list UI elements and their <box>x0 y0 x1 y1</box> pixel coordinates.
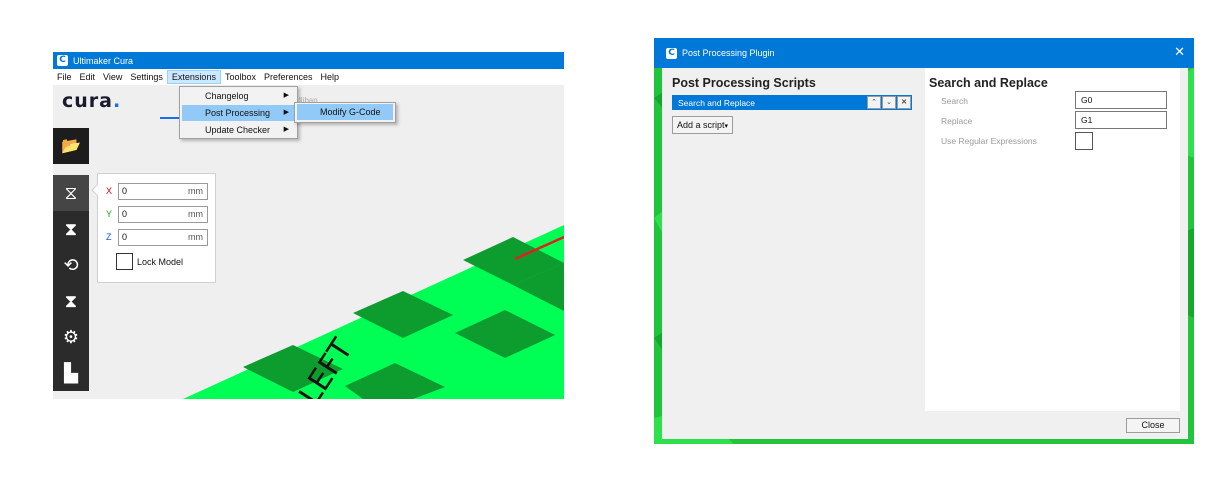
script-settings-panel: Search and Replace Search G0 Replace G1 … <box>925 68 1180 411</box>
dialog-titlebar: C Post Processing Plugin ✕ <box>654 38 1194 68</box>
menu-item-label: Changelog <box>205 91 249 101</box>
per-model-settings-icon: ⚙ <box>62 326 80 347</box>
x-position-input[interactable]: 0 mm <box>118 182 208 200</box>
submenu-arrow-icon: ▶ <box>283 92 289 99</box>
add-script-label: Add a script <box>677 120 725 130</box>
prepare-tab-indicator <box>160 117 180 119</box>
menu-toolbox[interactable]: Toolbox <box>221 70 260 84</box>
y-axis-label: Y <box>106 209 113 219</box>
menu-file[interactable]: File <box>53 70 76 84</box>
rotate-tool-icon: ⟲ <box>63 254 79 275</box>
dialog-body: Post Processing Scripts Search and Repla… <box>662 68 1188 439</box>
menu-view[interactable]: View <box>99 70 126 84</box>
open-file-button[interactable]: 📂 <box>53 128 89 164</box>
y-axis-row: Y 0 mm <box>106 205 210 223</box>
menu-item-modify-gcode[interactable]: Modify G-Code <box>297 104 393 120</box>
x-position-value: 0 <box>122 186 128 196</box>
cura-window-title: Ultimaker Cura <box>73 55 134 66</box>
menu-help[interactable]: Help <box>317 70 344 84</box>
lock-model-label: Lock Model <box>137 256 184 267</box>
build-plate-viewport[interactable]: LEFT cura. lliban 📂 ⧖ ⧗ ⟲ ⧗ ⚙ ▙ X 0 mm Y… <box>53 85 564 399</box>
scale-tool-button[interactable]: ⧗ <box>53 211 89 247</box>
menu-item-label: Post Processing <box>205 108 271 118</box>
cura-menubar: File Edit View Settings Extensions Toolb… <box>53 69 564 85</box>
scripts-panel: Post Processing Scripts Search and Repla… <box>662 68 924 411</box>
cura-logo: cura. <box>62 90 122 112</box>
scale-tool-icon: ⧗ <box>64 218 78 239</box>
z-position-value: 0 <box>122 232 128 242</box>
menu-item-update-checker[interactable]: Update Checker ▶ <box>182 122 295 138</box>
regex-label: Use Regular Expressions <box>941 136 1037 146</box>
move-tool-button[interactable]: ⧖ <box>53 175 89 211</box>
rotate-tool-button[interactable]: ⟲ <box>53 247 89 283</box>
replace-label: Replace <box>941 116 973 126</box>
menu-extensions[interactable]: Extensions <box>166 70 221 84</box>
x-unit: mm <box>188 186 203 196</box>
mirror-tool-button[interactable]: ⧗ <box>53 283 89 319</box>
cura-titlebar: C Ultimaker Cura <box>53 52 564 69</box>
menu-item-post-processing[interactable]: Post Processing ▶ <box>182 105 295 121</box>
z-unit: mm <box>188 232 203 242</box>
cura-app-icon: C <box>666 47 677 59</box>
z-position-input[interactable]: 0 mm <box>118 228 208 246</box>
move-tool-panel: X 0 mm Y 0 mm Z 0 mm Lock Model <box>91 173 216 283</box>
support-blocker-icon: ▙ <box>64 362 78 383</box>
cura-window: C Ultimaker Cura File Edit View Settings… <box>53 52 564 399</box>
move-down-button[interactable]: ⌄ <box>882 96 896 109</box>
search-label: Search <box>941 96 968 106</box>
menu-edit[interactable]: Edit <box>76 70 100 84</box>
cura-app-icon: C <box>57 55 68 66</box>
y-unit: mm <box>188 209 203 219</box>
regex-checkbox[interactable] <box>1075 132 1093 150</box>
remove-script-button[interactable]: ✕ <box>897 96 911 109</box>
submenu-arrow-icon: ▶ <box>283 109 289 116</box>
close-button[interactable]: Close <box>1126 418 1180 433</box>
support-blocker-button[interactable]: ▙ <box>53 355 89 391</box>
scripts-heading: Post Processing Scripts <box>672 76 816 90</box>
post-processing-dialog: C Post Processing Plugin ✕ Post Processi… <box>654 38 1194 444</box>
x-axis-label: X <box>106 186 113 196</box>
lock-model-checkbox[interactable] <box>116 253 133 270</box>
settings-heading: Search and Replace <box>929 76 1048 90</box>
menu-item-label: Update Checker <box>205 125 271 135</box>
dialog-title: Post Processing Plugin <box>682 48 775 58</box>
add-script-button[interactable]: Add a script▾ <box>672 116 733 134</box>
per-model-settings-button[interactable]: ⚙ <box>53 319 89 355</box>
z-axis-row: Z 0 mm <box>106 228 210 246</box>
search-input[interactable]: G0 <box>1075 91 1167 109</box>
move-tool-icon: ⧖ <box>64 182 78 203</box>
post-processing-submenu: Modify G-Code <box>294 102 396 123</box>
replace-input[interactable]: G1 <box>1075 111 1167 129</box>
open-file-icon: 📂 <box>61 138 81 155</box>
menu-item-label: Modify G-Code <box>320 107 381 117</box>
z-axis-label: Z <box>106 232 112 242</box>
y-position-input[interactable]: 0 mm <box>118 205 208 223</box>
dropdown-arrow-icon: ▾ <box>724 123 729 130</box>
extensions-menu: Changelog ▶ Post Processing ▶ Update Che… <box>179 86 298 139</box>
y-position-value: 0 <box>122 209 128 219</box>
move-up-button[interactable]: ⌃ <box>867 96 881 109</box>
menu-preferences[interactable]: Preferences <box>260 70 317 84</box>
mirror-tool-icon: ⧗ <box>64 290 78 311</box>
script-name: Search and Replace <box>678 97 756 108</box>
close-icon[interactable]: ✕ <box>1174 45 1185 59</box>
submenu-arrow-icon: ▶ <box>283 126 289 133</box>
lock-model-row: Lock Model <box>116 253 183 270</box>
script-list-item[interactable]: Search and Replace ⌃ ⌄ ✕ <box>672 95 912 110</box>
x-axis-row: X 0 mm <box>106 182 210 200</box>
menu-item-changelog[interactable]: Changelog ▶ <box>182 88 295 104</box>
menu-settings[interactable]: Settings <box>126 70 167 84</box>
